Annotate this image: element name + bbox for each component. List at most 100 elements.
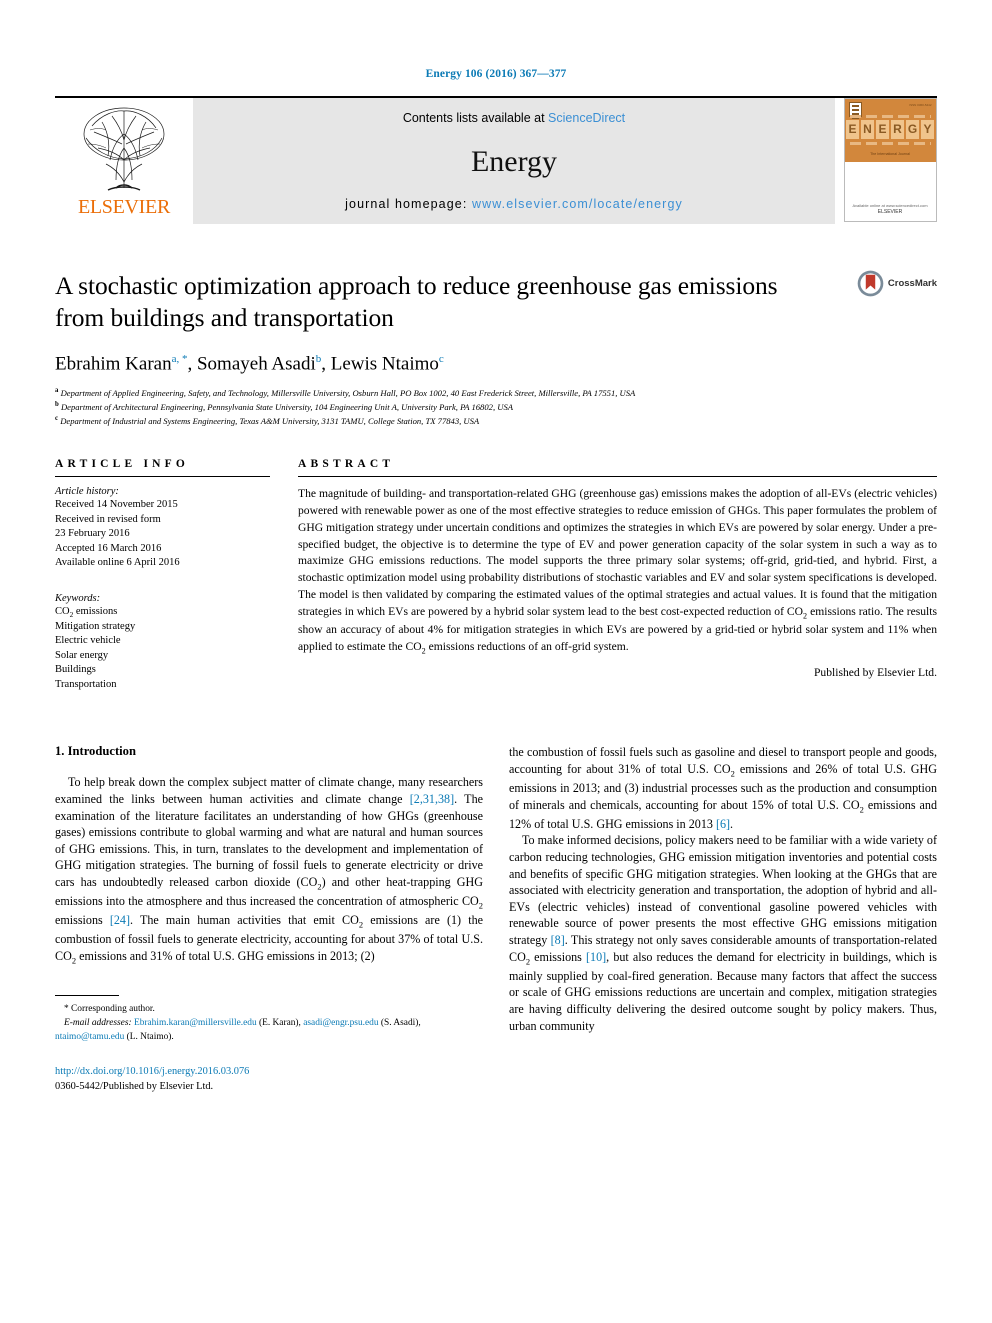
citation-link[interactable]: [8] <box>551 933 565 947</box>
cover-bottom-panel: Available online at www.sciencedirect.co… <box>844 162 936 221</box>
cover-footer-publisher: ELSEVIER <box>877 208 903 215</box>
doi-block: http://dx.doi.org/10.1016/j.energy.2016.… <box>55 1064 483 1094</box>
affiliation-text: Department of Applied Engineering, Safet… <box>60 387 636 398</box>
cover-subtitle: The International Journal <box>870 152 910 156</box>
affiliation-mark: b <box>55 400 59 408</box>
email-addresses-note: E-mail addresses: Ebrahim.karan@millersv… <box>55 1018 421 1043</box>
keyword-item: Solar energy <box>55 649 109 661</box>
journal-masthead: ELSEVIER Contents lists available at Sci… <box>55 96 937 224</box>
abstract-publisher-line: Published by Elsevier Ltd. <box>813 665 937 679</box>
article-history-item: 23 February 2016 <box>55 528 130 540</box>
running-head: Energy 106 (2016) 367—377 <box>425 68 567 80</box>
author-name: Ebrahim Karan <box>55 353 172 375</box>
article-history-item: Accepted 16 March 2016 <box>55 542 162 554</box>
contents-prefix: Contents lists available at <box>402 111 545 125</box>
crossmark-label: CrossMark <box>887 278 937 289</box>
affiliation-mark: a <box>55 386 59 394</box>
author-marks[interactable]: a, * <box>172 353 188 365</box>
email-owner: (L. Ntaimo) <box>126 1032 172 1043</box>
corresponding-author-note: * Corresponding author. <box>55 1002 483 1016</box>
section-heading-introduction: 1. Introduction <box>55 744 136 759</box>
elsevier-wordmark: ELSEVIER <box>77 196 171 218</box>
cover-letter: E <box>876 120 889 139</box>
doi-link[interactable]: http://dx.doi.org/10.1016/j.energy.2016.… <box>55 1064 483 1079</box>
abstract-column: ABSTRACT The magnitude of building- and … <box>298 458 937 692</box>
body-columns: 1. Introduction To help break down the c… <box>55 744 937 1094</box>
affiliation-mark: c <box>55 415 59 423</box>
elsevier-logo: ELSEVIER <box>55 98 193 224</box>
corresponding-marker: * <box>64 1003 69 1014</box>
affiliation-text: Department of Industrial and Systems Eng… <box>60 415 480 426</box>
affiliation-item: c Department of Industrial and Systems E… <box>55 414 807 428</box>
author-marks[interactable]: c <box>439 353 444 365</box>
journal-homepage-line: journal homepage: www.elsevier.com/locat… <box>345 197 683 211</box>
journal-cover-thumbnail: ISSN 0360-5442 E N E R G Y The Internati… <box>835 98 937 224</box>
affiliation-item: a Department of Applied Engineering, Saf… <box>55 386 807 400</box>
author-list: Ebrahim Karana, *, Somayeh Asadib, Lewis… <box>55 352 444 375</box>
contents-line: Contents lists available at ScienceDirec… <box>403 111 625 125</box>
citation-link[interactable]: [10] <box>586 950 606 964</box>
homepage-url-link[interactable]: www.elsevier.com/locate/energy <box>472 197 683 211</box>
journal-title: Energy <box>470 145 558 178</box>
email-owner: (S. Asadi) <box>380 1018 419 1029</box>
author-marks[interactable]: b <box>316 353 322 365</box>
sciencedirect-link[interactable]: ScienceDirect <box>548 111 625 125</box>
title-block: A stochastic optimization approach to re… <box>55 270 937 428</box>
article-history-item: Received 14 November 2015 <box>55 499 178 511</box>
author-name: Lewis Ntaimo <box>330 353 439 375</box>
email-label: E-mail addresses: <box>64 1018 132 1029</box>
cover-letter: N <box>861 120 874 139</box>
divider <box>55 476 270 478</box>
abstract-text: The magnitude of building- and transport… <box>298 487 937 656</box>
crossmark-badge[interactable]: CrossMark <box>857 270 937 297</box>
citation-link[interactable]: [2,31,38] <box>410 792 454 806</box>
citation-link[interactable]: [6] <box>716 817 730 831</box>
corresponding-text: Corresponding author. <box>71 1003 155 1014</box>
intro-paragraph-right-1: the combustion of fossil fuels such as g… <box>509 745 937 831</box>
keyword-item: Mitigation strategy <box>55 620 136 632</box>
intro-paragraph-left: To help break down the complex subject m… <box>55 775 484 966</box>
body-column-right: the combustion of fossil fuels such as g… <box>509 744 937 1094</box>
article-history-item: Available online 6 April 2016 <box>55 557 180 569</box>
cover-letter: G <box>906 120 919 139</box>
keyword-item: Buildings <box>55 664 96 676</box>
page-title: A stochastic optimization approach to re… <box>55 271 778 332</box>
issn-publisher-line: 0360-5442/Published by Elsevier Ltd. <box>55 1081 214 1093</box>
affiliation-list: a Department of Applied Engineering, Saf… <box>55 386 807 429</box>
cover-energy-letters: E N E R G Y <box>845 120 936 139</box>
cover-top-panel: ISSN 0360-5442 E N E R G Y The Internati… <box>844 99 936 162</box>
article-history-label: Article history: <box>55 486 119 498</box>
body-column-left: 1. Introduction To help break down the c… <box>55 744 483 1094</box>
journal-banner: Contents lists available at ScienceDirec… <box>193 98 835 224</box>
author-name: Somayeh Asadi <box>196 353 316 375</box>
cover-issn: ISSN 0360-5442 <box>909 103 932 107</box>
footnote-divider <box>55 994 119 996</box>
affiliation-text: Department of Architectural Engineering,… <box>60 401 513 412</box>
cover-letter: Y <box>921 120 934 139</box>
crossmark-icon <box>857 270 884 297</box>
cover-footer-note: Available online at www.sciencedirect.co… <box>852 202 928 208</box>
cover-footer: Available online at www.sciencedirect.co… <box>845 203 936 217</box>
footnote-block: * Corresponding author. E-mail addresses… <box>55 994 483 1044</box>
keyword-item: Electric vehicle <box>55 635 121 647</box>
intro-paragraph-right-2: To make informed decisions, policy maker… <box>509 833 938 1033</box>
keyword-item: Transportation <box>55 678 117 690</box>
elsevier-tree-icon <box>83 107 165 191</box>
cover-strip-bottom <box>849 142 931 145</box>
article-info-heading: ARTICLE INFO <box>55 458 190 471</box>
citation-link[interactable]: [24] <box>110 913 130 927</box>
abstract-heading: ABSTRACT <box>298 458 395 471</box>
homepage-label: journal homepage: <box>345 197 468 211</box>
email-owner: (E. Karan) <box>258 1018 299 1029</box>
email-link[interactable]: ntaimo@tamu.edu <box>55 1032 124 1042</box>
article-info-column: ARTICLE INFO Article history: Received 1… <box>55 458 270 692</box>
article-history-item: Received in revised form <box>55 513 161 525</box>
keywords-label: Keywords: <box>55 592 101 604</box>
paper-page: Energy 106 (2016) 367—377 ELSEVIER Conte… <box>0 0 992 1323</box>
cover-strip-top <box>849 115 931 118</box>
cover-image: ISSN 0360-5442 E N E R G Y The Internati… <box>843 98 937 222</box>
info-abstract-section: ARTICLE INFO Article history: Received 1… <box>55 458 937 692</box>
email-link[interactable]: asadi@engr.psu.edu <box>303 1018 378 1028</box>
divider <box>298 476 937 478</box>
email-link[interactable]: Ebrahim.karan@millersville.edu <box>134 1018 257 1028</box>
